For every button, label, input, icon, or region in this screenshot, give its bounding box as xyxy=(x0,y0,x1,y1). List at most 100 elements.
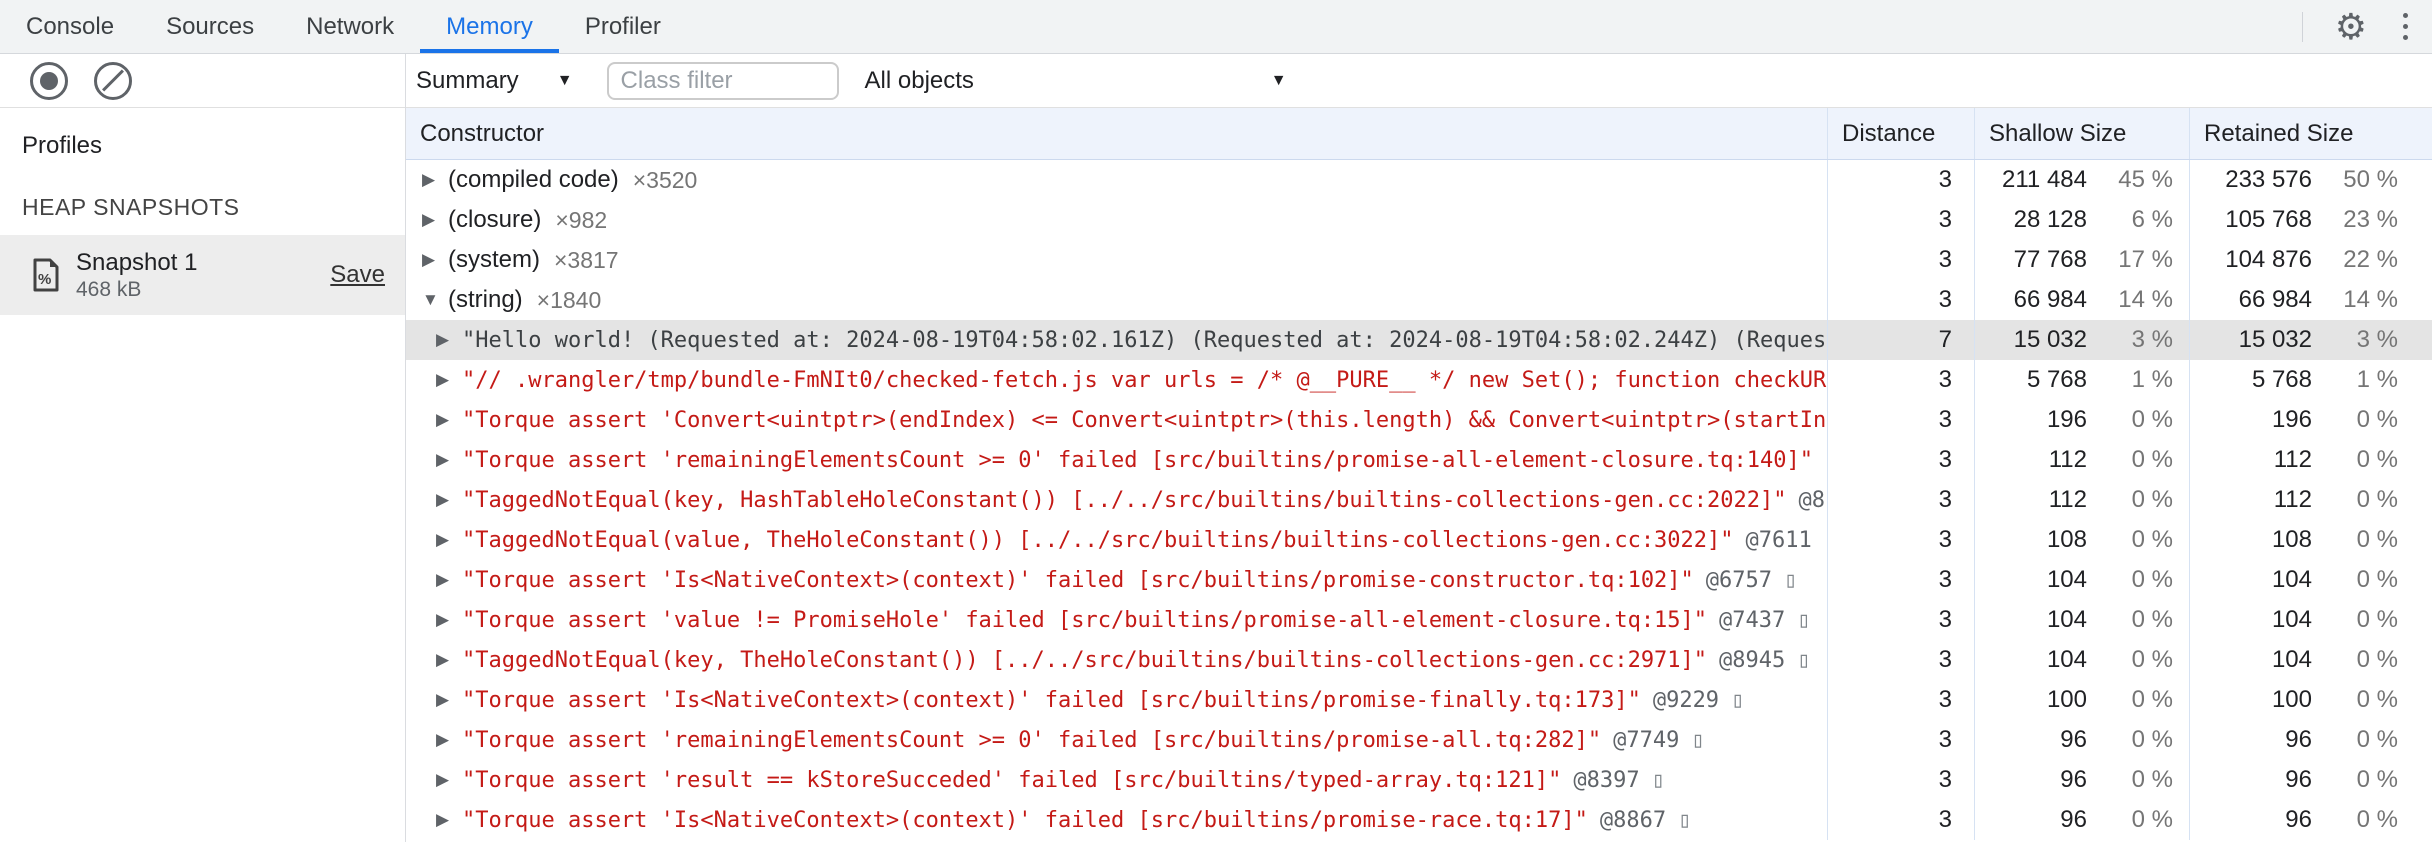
distance-cell: 3 xyxy=(1828,360,1975,400)
retained-size-value: 5 768 xyxy=(2251,366,2312,393)
expand-triangle-icon[interactable]: ▶ xyxy=(422,250,448,270)
gear-icon[interactable]: ⚙ xyxy=(2335,8,2367,45)
column-header-retained-size[interactable]: Retained Size xyxy=(2190,108,2432,159)
shallow-size-value: 104 xyxy=(2046,646,2087,673)
table-row[interactable]: ▶ "Torque assert 'Convert<uintptr>(endInd… xyxy=(406,400,2432,440)
sidebar-item-snapshot-1[interactable]: % Snapshot 1 468 kB Save xyxy=(0,235,405,315)
distance-cell: 3 xyxy=(1828,200,1975,240)
table-row[interactable]: ▶ "Torque assert 'remainingElementsCount … xyxy=(406,440,2432,480)
shallow-size-value: 5 768 xyxy=(2026,366,2087,393)
tab-profiler[interactable]: Profiler xyxy=(559,0,687,53)
retained-size-percent: 0 % xyxy=(2356,566,2398,593)
more-vert-icon[interactable] xyxy=(2393,9,2418,44)
expand-triangle-icon[interactable]: ▶ xyxy=(436,810,462,830)
tabbar-right-controls: ⚙ xyxy=(2301,0,2418,53)
expand-triangle-icon[interactable]: ▶ xyxy=(436,730,462,750)
table-row[interactable]: ▶ "Torque assert 'value != PromiseHole' f… xyxy=(406,600,2432,640)
shallow-size-percent: 0 % xyxy=(2131,686,2173,713)
snapshot-view: Summary ▼ All objects ▼ Constructor Dist… xyxy=(406,54,2432,842)
table-row[interactable]: ▶ (compiled code) ×3520 3 211 484 45 % 233 576… xyxy=(406,160,2432,200)
snapshot-size: 468 kB xyxy=(76,277,142,301)
table-row[interactable]: ▶ "TaggedNotEqual(key, TheHoleConstant())… xyxy=(406,640,2432,680)
expand-triangle-icon[interactable]: ▶ xyxy=(436,650,462,670)
expand-triangle-icon[interactable]: ▶ xyxy=(436,610,462,630)
shallow-size-percent: 17 % xyxy=(2118,246,2173,273)
string-value: "Torque assert 'Is<NativeContext>(contex… xyxy=(462,687,1641,713)
shallow-size-cell: 96 0 % xyxy=(1975,720,2190,760)
table-row[interactable]: ▶ "Torque assert 'Is<NativeContext>(conte… xyxy=(406,680,2432,720)
tab-console[interactable]: Console xyxy=(0,0,140,53)
shallow-size-percent: 3 % xyxy=(2131,326,2173,353)
expand-triangle-icon[interactable]: ▶ xyxy=(422,210,448,230)
expand-triangle-icon[interactable]: ▶ xyxy=(436,770,462,790)
missing-glyph-box: ▯ xyxy=(1678,807,1692,833)
retained-size-percent: 0 % xyxy=(2356,806,2398,833)
distance-value: 3 xyxy=(1938,526,1952,553)
devtools-memory-panel: Console Sources Network Memory Profiler … xyxy=(0,0,2432,842)
expand-triangle-icon[interactable]: ▶ xyxy=(436,570,462,590)
constructor-cell: ▶ "Torque assert 'Convert<uintptr>(endInd… xyxy=(406,400,1828,440)
expand-triangle-icon[interactable]: ▶ xyxy=(422,170,448,190)
expand-triangle-icon[interactable]: ▶ xyxy=(436,330,462,350)
retained-size-percent: 0 % xyxy=(2356,446,2398,473)
shallow-size-percent: 0 % xyxy=(2131,446,2173,473)
table-row[interactable]: ▼ (string) ×1840 3 66 984 14 % 66 984 14 % xyxy=(406,280,2432,320)
expand-triangle-icon[interactable]: ▶ xyxy=(436,450,462,470)
column-header-constructor[interactable]: Constructor xyxy=(406,108,1828,159)
record-heap-snapshot-icon[interactable] xyxy=(30,61,68,100)
perspective-select-value: Summary xyxy=(416,66,519,94)
retained-size-cell: 233 576 50 % xyxy=(2190,160,2432,200)
constructor-cell: ▶ "// .wrangler/tmp/bundle-FmNIt0/checked… xyxy=(406,360,1828,400)
tab-memory[interactable]: Memory xyxy=(420,0,559,53)
expand-triangle-icon[interactable]: ▶ xyxy=(436,530,462,550)
column-header-distance[interactable]: Distance xyxy=(1828,108,1975,159)
table-row[interactable]: ▶ (system) ×3817 3 77 768 17 % 104 876 22 % xyxy=(406,240,2432,280)
table-row[interactable]: ▶ "TaggedNotEqual(key, HashTableHoleConst… xyxy=(406,480,2432,520)
constructor-cell: ▶ "Torque assert 'result == kStoreSuccede… xyxy=(406,760,1828,800)
missing-glyph-box: ▯ xyxy=(1784,567,1798,593)
retained-size-cell: 196 0 % xyxy=(2190,400,2432,440)
instance-count: ×3520 xyxy=(632,166,698,193)
collapse-triangle-icon[interactable]: ▼ xyxy=(422,290,448,310)
retained-size-cell: 105 768 23 % xyxy=(2190,200,2432,240)
expand-triangle-icon[interactable]: ▶ xyxy=(436,410,462,430)
panel-tabbar: Console Sources Network Memory Profiler … xyxy=(0,0,2432,54)
class-filter-input[interactable] xyxy=(606,61,839,100)
object-scope-select[interactable]: All objects ▼ xyxy=(865,67,1287,95)
table-row[interactable]: ▶ "Hello world! (Requested at: 2024-08-19… xyxy=(406,320,2432,360)
distance-value: 3 xyxy=(1938,486,1952,513)
shallow-size-percent: 0 % xyxy=(2131,646,2173,673)
table-row[interactable]: ▶ "Torque assert 'remainingElementsCount … xyxy=(406,720,2432,760)
expand-triangle-icon[interactable]: ▶ xyxy=(436,690,462,710)
tab-network[interactable]: Network xyxy=(280,0,420,53)
table-row[interactable]: ▶ "Torque assert 'result == kStoreSuccede… xyxy=(406,760,2432,800)
save-snapshot-link[interactable]: Save xyxy=(330,261,385,289)
object-id: @6757 xyxy=(1705,567,1773,593)
table-row[interactable]: ▶ (closure) ×982 3 28 128 6 % 105 768 23 % xyxy=(406,200,2432,240)
distance-cell: 3 xyxy=(1828,600,1975,640)
shallow-size-cell: 104 0 % xyxy=(1975,560,2190,600)
expand-triangle-icon[interactable]: ▶ xyxy=(436,490,462,510)
constructor-cell: ▶ "TaggedNotEqual(key, TheHoleConstant())… xyxy=(406,640,1828,680)
shallow-size-value: 15 032 xyxy=(2013,326,2087,353)
retained-size-cell: 112 0 % xyxy=(2190,440,2432,480)
tab-sources[interactable]: Sources xyxy=(140,0,280,53)
shallow-size-value: 211 484 xyxy=(2002,166,2087,193)
table-row[interactable]: ▶ "TaggedNotEqual(value, TheHoleConstant(… xyxy=(406,520,2432,560)
retained-size-percent: 0 % xyxy=(2356,606,2398,633)
table-row[interactable]: ▶ "Torque assert 'Is<NativeContext>(conte… xyxy=(406,800,2432,840)
shallow-size-percent: 1 % xyxy=(2131,366,2173,393)
distance-value: 3 xyxy=(1938,566,1952,593)
shallow-size-value: 196 xyxy=(2046,406,2087,433)
expand-triangle-icon[interactable]: ▶ xyxy=(436,370,462,390)
clear-profiles-icon[interactable] xyxy=(94,61,132,100)
table-row[interactable]: ▶ "Torque assert 'Is<NativeContext>(conte… xyxy=(406,560,2432,600)
retained-size-value: 233 576 xyxy=(2225,166,2312,193)
perspective-select[interactable]: Summary ▼ xyxy=(416,67,573,95)
tab-sources-label: Sources xyxy=(166,12,255,40)
shallow-size-cell: 112 0 % xyxy=(1975,480,2190,520)
retained-size-value: 66 984 xyxy=(2238,286,2312,313)
table-row[interactable]: ▶ "// .wrangler/tmp/bundle-FmNIt0/checked… xyxy=(406,360,2432,400)
string-value: "Torque assert 'remainingElementsCount >… xyxy=(462,727,1602,753)
column-header-shallow-size[interactable]: Shallow Size xyxy=(1975,108,2190,159)
